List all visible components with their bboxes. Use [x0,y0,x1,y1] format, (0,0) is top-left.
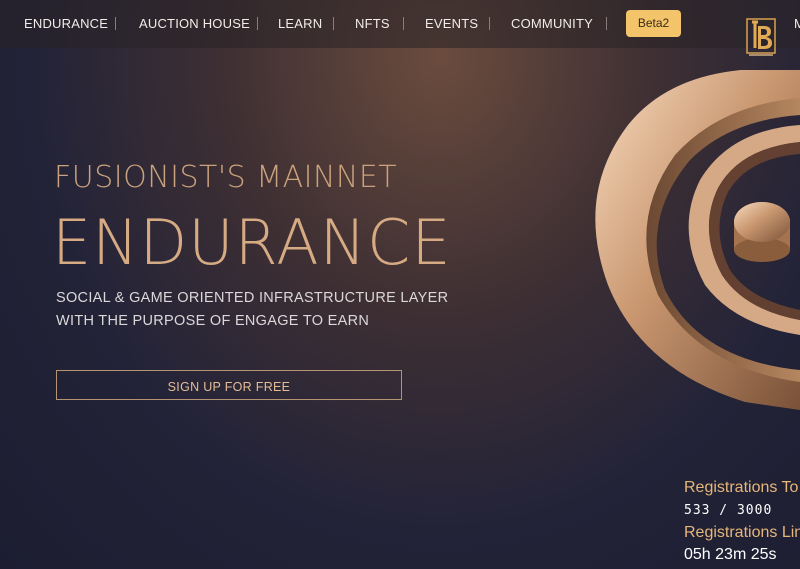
tb-logo-icon[interactable] [746,18,776,58]
nav-item-cut[interactable]: M [794,0,800,48]
nav-divider [403,17,404,30]
nav-divider [257,17,258,30]
nav-divider [489,17,490,30]
top-navbar: ENDURANCE AUCTION HOUSE LEARN NFTS EVENT… [0,0,800,56]
registrations-total-label: Registrations To [684,479,799,496]
hero-subtitle: FUSIONIST'S MAINNET [54,160,398,195]
registrations-total-value: 533 / 3000 [684,503,773,518]
sign-up-button[interactable]: SIGN UP FOR FREE [56,370,402,400]
registrations-countdown: 05h 23m 25s [684,546,777,563]
nav-nfts[interactable]: NFTS [355,0,390,48]
registrations-limit-label: Registrations Lin [684,524,800,541]
beta2-button[interactable]: Beta2 [626,10,681,37]
hero-title: ENDURANCE [52,206,452,279]
nav-endurance[interactable]: ENDURANCE [24,0,108,48]
nav-auction-house[interactable]: AUCTION HOUSE [139,0,250,48]
nav-divider [606,17,607,30]
nav-events[interactable]: EVENTS [425,0,478,48]
nav-community[interactable]: COMMUNITY [511,0,593,48]
hero-description-line1: SOCIAL & GAME ORIENTED INFRASTRUCTURE LA… [56,290,449,306]
nav-learn[interactable]: LEARN [278,0,322,48]
hero-description-line2: WITH THE PURPOSE OF ENGAGE TO EARN [56,313,370,329]
nav-divider [115,17,116,30]
nav-divider [333,17,334,30]
gold-ring-logo-icon [595,70,800,410]
